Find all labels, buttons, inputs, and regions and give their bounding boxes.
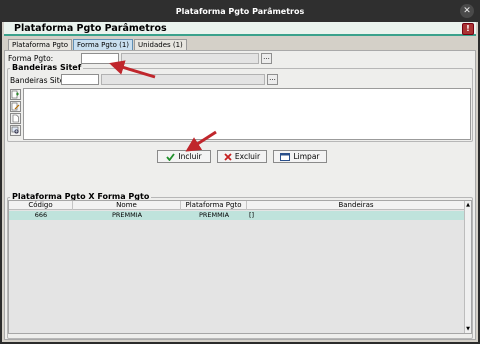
column-header-bandeiras[interactable]: Bandeiras (247, 201, 465, 210)
panel-header: Plataforma Pgto Parâmetros ! (4, 22, 476, 36)
edit-item-icon[interactable] (10, 101, 21, 112)
clear-window-icon (280, 152, 291, 161)
column-header-nome[interactable]: Nome (73, 201, 181, 210)
vertical-scrollbar[interactable]: ▲ ▼ (464, 201, 471, 333)
forma-pgto-label: Forma Pgto: (8, 54, 54, 63)
grid-header: Código Nome Plataforma Pgto Bandeiras (9, 201, 465, 210)
column-header-codigo[interactable]: Código (9, 201, 73, 210)
tab-bar: Plataforma Pgto Forma Pgto (1) Unidades … (8, 39, 188, 50)
clear-button[interactable]: Limpar (273, 150, 327, 163)
new-document-icon[interactable] (10, 113, 21, 124)
forma-pgto-description-field (121, 53, 259, 64)
delete-x-icon (224, 152, 232, 161)
bandeiras-list[interactable] (23, 88, 471, 140)
cell-nome: PREMMIA (111, 211, 143, 219)
bandeiras-lookup-button[interactable]: ... (267, 74, 278, 85)
cell-bandeiras: [] (249, 211, 255, 219)
search-document-icon[interactable] (10, 125, 21, 136)
close-icon[interactable]: ✕ (460, 4, 474, 18)
delete-button[interactable]: Excluir (217, 150, 267, 163)
tab-plataforma-pgto[interactable]: Plataforma Pgto (8, 39, 73, 50)
clear-label: Limpar (293, 152, 320, 161)
main-window: Plataforma Pgto Parâmetros ! Plataforma … (2, 22, 478, 342)
help-icon[interactable]: ! (462, 23, 474, 35)
include-label: Incluir (178, 152, 202, 161)
panel-title: Plataforma Pgto Parâmetros (14, 23, 167, 34)
tab-forma-pgto[interactable]: Forma Pgto (1) (73, 39, 134, 50)
bandeiras-legend: Bandeiras Sitef (10, 63, 84, 72)
tab-unidades[interactable]: Unidades (1) (134, 39, 187, 50)
delete-label: Excluir (234, 152, 261, 161)
bandeiras-code-input[interactable] (61, 74, 99, 85)
bandeiras-description-field (101, 74, 265, 85)
cell-codigo: 666 (34, 211, 48, 219)
window-titlebar: Plataforma Pgto Parâmetros ✕ (0, 0, 480, 22)
add-item-icon[interactable] (10, 89, 21, 100)
checkmark-icon (166, 152, 176, 161)
scroll-down-icon[interactable]: ▼ (465, 326, 471, 332)
scroll-up-icon[interactable]: ▲ (465, 202, 471, 208)
column-header-plataforma[interactable]: Plataforma Pgto (181, 201, 247, 210)
cell-plataforma: PREMMIA (198, 211, 230, 219)
window-title: Plataforma Pgto Parâmetros (175, 6, 305, 16)
data-grid: Código Nome Plataforma Pgto Bandeiras 66… (8, 200, 472, 334)
forma-pgto-code-input[interactable] (81, 53, 119, 64)
include-button[interactable]: Incluir (157, 150, 211, 163)
table-row[interactable]: 666 PREMMIA PREMMIA [] (9, 211, 465, 220)
forma-pgto-lookup-button[interactable]: ... (261, 53, 272, 64)
